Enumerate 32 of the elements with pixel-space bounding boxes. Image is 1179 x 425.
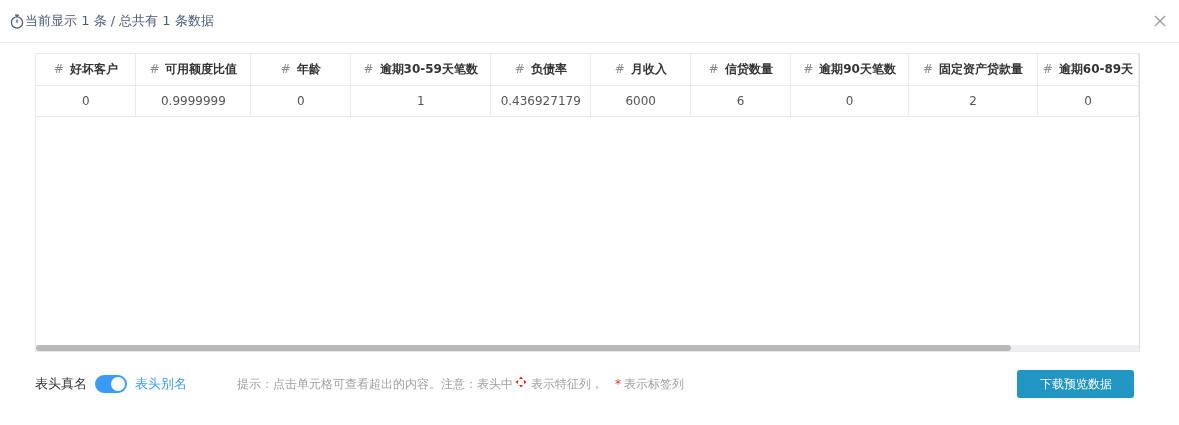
hint-text: 提示：点击单元格可查看超出的内容。注意：表头中 [237, 375, 513, 393]
table-cell[interactable]: 0 [790, 85, 909, 117]
column-header[interactable]: # 月收入 [590, 54, 691, 86]
stopwatch-icon [10, 13, 24, 29]
table-cell[interactable]: 0 [1037, 85, 1139, 117]
table-cell[interactable]: 2 [908, 85, 1038, 117]
column-header[interactable]: # 逾期30-59天笔数 [350, 54, 491, 86]
close-button[interactable] [1153, 14, 1167, 28]
table-cell[interactable]: 1 [350, 85, 491, 117]
column-header[interactable]: # 年龄 [250, 54, 351, 86]
column-header[interactable]: # 逾期90天笔数 [790, 54, 909, 86]
feature-icon [515, 376, 527, 388]
dialog-title: 当前显示 1 条 / 总共有 1 条数据 [25, 12, 214, 30]
column-header[interactable]: # 负债率 [490, 54, 591, 86]
asterisk: * [615, 377, 621, 391]
header-alias-switch[interactable] [95, 375, 127, 393]
table-cell[interactable]: 0 [36, 85, 136, 117]
toggle-label: 表头真名 [35, 375, 87, 393]
table-cell[interactable]: 0 [250, 85, 351, 117]
hint-text: 表示特征列， [531, 375, 603, 393]
table-cell[interactable]: 6 [690, 85, 791, 117]
column-header[interactable]: # 逾期60-89天 [1037, 54, 1139, 86]
hint-text: 表示标签列 [624, 375, 684, 393]
table-cell[interactable]: 6000 [590, 85, 691, 117]
column-header[interactable]: # 信贷数量 [690, 54, 791, 86]
column-header[interactable]: # 可用额度比值 [135, 54, 251, 86]
toggle-label: 表头别名 [135, 375, 187, 393]
table-cell[interactable]: 0.436927179 [490, 85, 591, 117]
horizontal-scrollbar[interactable] [36, 345, 1139, 351]
column-header[interactable]: # 固定资产贷款量 [908, 54, 1038, 86]
column-header[interactable]: # 好坏客户 [36, 54, 136, 86]
table-cell[interactable]: 0.9999999 [135, 85, 251, 117]
